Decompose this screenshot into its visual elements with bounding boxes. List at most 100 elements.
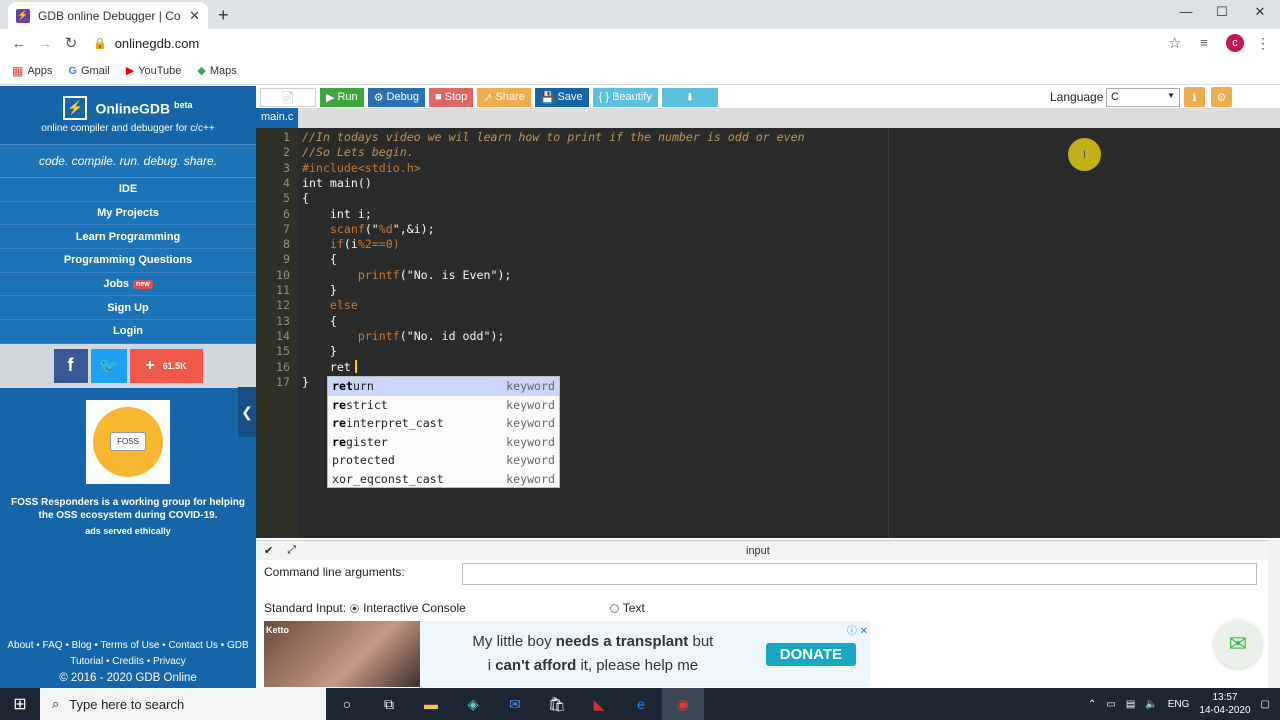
notifications-icon[interactable]: ▢ (1261, 699, 1270, 710)
autocomplete-item[interactable]: return keyword (328, 377, 559, 396)
bookmark-youtube[interactable]: ▶ YouTube (126, 64, 182, 78)
code-line[interactable]: 5{ (256, 191, 1280, 206)
nav-ide[interactable]: IDE (0, 178, 256, 202)
code-line[interactable]: 9 { (256, 252, 1280, 267)
save-button[interactable]: 💾 Save (534, 87, 589, 107)
new-tab-icon[interactable]: + (218, 5, 229, 26)
nav-login[interactable]: Login (0, 320, 256, 344)
address-bar[interactable]: 🔒 onlinegdb.com (93, 32, 1193, 54)
bookmark-maps[interactable]: ◆ Maps (197, 64, 236, 78)
info-icon[interactable]: ℹ (1184, 87, 1205, 107)
bookmark-apps[interactable]: ▦ Apps (12, 64, 52, 78)
nav-jobs[interactable]: Jobs new (0, 272, 256, 297)
task-view-icon[interactable]: ⧉ (368, 688, 410, 720)
maximize-icon[interactable]: ☐ (1212, 4, 1232, 20)
code-line[interactable]: 2 //So Lets begin. (256, 145, 1280, 160)
foss-image[interactable]: FOSS (86, 399, 170, 484)
collapse-io-icon[interactable]: ✔ (264, 544, 273, 557)
stop-button[interactable]: ■ Stop (428, 87, 474, 107)
volume-icon[interactable]: 🔈 (1145, 699, 1157, 710)
io-scrollbar[interactable] (1268, 540, 1280, 688)
code-line[interactable]: 13 { (256, 314, 1280, 329)
footer-links-1[interactable]: About • FAQ • Blog • Terms of Use • Cont… (0, 638, 256, 654)
footer-links-2[interactable]: Tutorial • Credits • Privacy (0, 654, 256, 670)
vscode-icon[interactable]: ◈ (452, 688, 494, 720)
text-radio[interactable] (609, 603, 619, 613)
collapse-sidebar-icon[interactable]: ❮ (238, 387, 256, 437)
forward-icon[interactable]: → (32, 35, 58, 52)
nav-sign-up[interactable]: Sign Up (0, 296, 256, 321)
code-line[interactable]: 10 printf("No. is Even"); (256, 268, 1280, 283)
io-title: input (746, 544, 770, 557)
nav-programming-questions[interactable]: Programming Questions (0, 249, 256, 273)
code-line[interactable]: 11 } (256, 283, 1280, 298)
ad-info-close-icon[interactable]: ⓘ ✕ (847, 622, 868, 637)
back-icon[interactable]: ← (6, 35, 32, 52)
code-line[interactable]: 14 printf("No. id odd"); (256, 329, 1280, 344)
reload-icon[interactable]: ↻ (58, 34, 84, 52)
new-file-icon[interactable]: 📄 (260, 87, 316, 107)
autocomplete-item[interactable]: xor_eqconst_cast keyword (328, 470, 559, 489)
mail-app-icon[interactable]: ✉ (494, 688, 536, 720)
minimize-icon[interactable]: — (1176, 4, 1196, 19)
file-tab-main-c[interactable]: main.c (256, 108, 299, 128)
bookmark-gmail[interactable]: G Gmail (68, 65, 109, 77)
cmd-args-input[interactable] (462, 563, 1257, 585)
code-line[interactable]: 15 } (256, 344, 1280, 359)
windows-start-icon[interactable]: ⊞ (0, 694, 40, 714)
autocomplete-item[interactable]: register keyword (328, 433, 559, 452)
autocomplete-popup[interactable]: return keyword restrict keyword reinterpret_… (327, 376, 560, 488)
autocomplete-item[interactable]: reinterpret_cast keyword (328, 414, 559, 433)
share-button[interactable]: ↗ Share (477, 87, 531, 107)
store-icon[interactable]: 🛍 (536, 688, 578, 720)
battery-icon[interactable]: ▭ (1106, 699, 1115, 710)
chrome-icon[interactable]: ◉ (662, 688, 704, 720)
browser-tab[interactable]: ⚡ GDB online Debugger | Compiler ✕ (8, 2, 208, 29)
language-select[interactable]: C ▼ (1106, 88, 1180, 107)
mail-icon[interactable]: ✉ (1214, 620, 1262, 668)
code-line[interactable]: 16 ret (256, 360, 1280, 375)
ads-note[interactable]: ads served ethically (0, 526, 256, 536)
nav-learn-programming[interactable]: Learn Programming (0, 225, 256, 250)
game-app-icon[interactable]: ◣ (578, 688, 620, 720)
close-tab-icon[interactable]: ✕ (189, 8, 200, 24)
reading-list-icon[interactable]: ≡ (1200, 35, 1208, 50)
autocomplete-item[interactable]: restrict keyword (328, 396, 559, 415)
foss-text[interactable]: FOSS Responders is a working group for h… (0, 484, 256, 526)
code-line[interactable]: 8 if(i%2==0) (256, 237, 1280, 252)
donate-button[interactable]: DONATE (765, 642, 856, 666)
code-line[interactable]: 1 //In todays video we wil learn how to p… (256, 130, 1280, 145)
clock[interactable]: 13:57 14-04-2020 (1199, 691, 1250, 717)
file-explorer-icon[interactable]: ▬ (410, 688, 452, 720)
twitter-icon[interactable]: 🐦 (90, 348, 127, 383)
tray-chevron-icon[interactable]: ⌃ (1088, 699, 1096, 710)
share-count-button[interactable]: +61.5K (129, 348, 203, 383)
bookmark-star-icon[interactable]: ☆ (1168, 34, 1181, 52)
nav-my-projects[interactable]: My Projects (0, 201, 256, 226)
debug-button[interactable]: ⚙ Debug (367, 87, 425, 107)
beautify-button[interactable]: { } Beautify (592, 87, 658, 107)
donation-ad[interactable]: Ketto My little boy needs a transplant b… (264, 621, 870, 687)
download-icon[interactable]: ⬇ (661, 87, 718, 107)
interactive-console-radio[interactable] (350, 603, 360, 613)
code-line[interactable]: 12 else (256, 298, 1280, 313)
browser-menu-icon[interactable]: ⋮ (1256, 35, 1270, 52)
settings-gear-icon[interactable]: ⚙ (1211, 87, 1232, 107)
brand-title[interactable]: ⚡ OnlineGDB beta (63, 96, 193, 120)
code-text: ret (302, 360, 351, 375)
code-line[interactable]: 4 int main() (256, 176, 1280, 191)
taskbar-search[interactable]: ⌕ Type here to search (40, 688, 326, 720)
autocomplete-item[interactable]: protected keyword (328, 451, 559, 470)
expand-io-icon[interactable]: ⤢ (287, 544, 296, 557)
input-language[interactable]: ENG (1168, 699, 1190, 710)
code-line[interactable]: 3 #include<stdio.h> (256, 161, 1280, 176)
code-line[interactable]: 6 int i; (256, 207, 1280, 222)
cortana-icon[interactable]: ○ (326, 688, 368, 720)
network-icon[interactable]: ▤ (1126, 699, 1135, 710)
profile-avatar[interactable]: c (1226, 34, 1244, 52)
code-line[interactable]: 7 scanf("%d",&i); (256, 222, 1280, 237)
facebook-icon[interactable]: f (53, 348, 88, 383)
run-button[interactable]: ▶ Run (320, 87, 364, 107)
edge-icon[interactable]: e (620, 688, 662, 720)
window-close-icon[interactable]: ✕ (1250, 4, 1270, 20)
